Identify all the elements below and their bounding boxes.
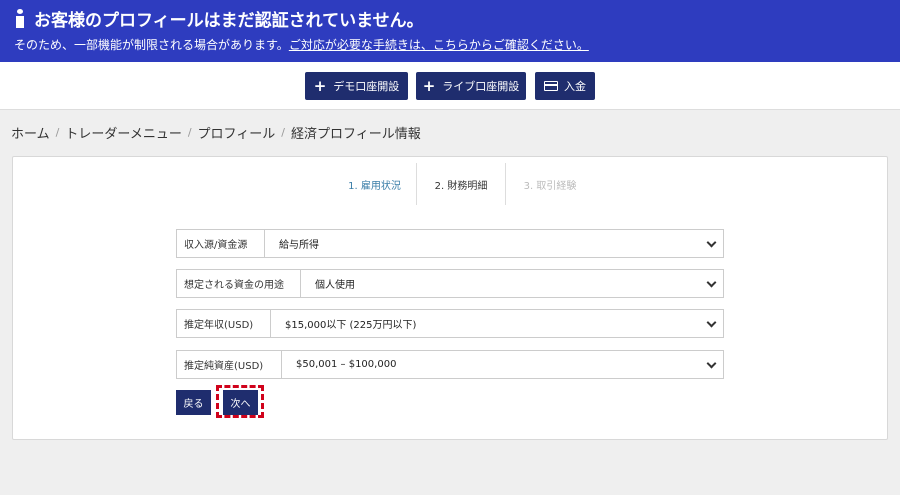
deposit-button[interactable]: 入金 [535,72,595,100]
income-source-value: 給与所得 [279,240,319,251]
chevron-down-icon [706,277,717,288]
income-source-select[interactable]: 給与所得 [265,230,723,257]
net-worth-label: 推定純資産(USD) [177,351,282,378]
next-button[interactable]: 次へ [223,390,258,415]
live-account-button[interactable]: + ライブ口座開設 [416,72,526,100]
breadcrumb-separator: / [281,126,286,139]
plus-icon: + [313,76,327,95]
breadcrumb-separator: / [187,126,192,139]
net-worth-row: 推定純資産(USD) $50,001 – $100,000 [176,350,724,379]
annual-income-label: 推定年収(USD) [177,310,271,337]
demo-account-button[interactable]: + デモ口座開設 [305,72,408,100]
banner-title: お客様のプロフィールはまだ認証されていません。 [34,10,424,31]
net-worth-value: $50,001 – $100,000 [296,359,397,370]
fund-purpose-label: 想定される資金の用途 [177,270,301,297]
next-button-highlight: 次へ [216,385,264,418]
account-actions-bar: + デモ口座開設 + ライブ口座開設 入金 [0,62,900,110]
verification-banner: お客様のプロフィールはまだ認証されていません。 そのため、一部機能が制限される場… [0,0,900,62]
info-icon [14,8,26,28]
banner-title-row: お客様のプロフィールはまだ認証されていません。 [14,6,424,31]
step-employment[interactable]: 1. 雇用状況 [333,163,417,205]
fund-purpose-select[interactable]: 個人使用 [301,270,723,297]
back-button[interactable]: 戻る [176,390,211,415]
step-indicator: 1. 雇用状況 2. 財務明細 3. 取引経験 [333,163,594,205]
step-trading-experience: 3. 取引経験 [523,180,577,192]
fund-purpose-row: 想定される資金の用途 個人使用 [176,269,724,298]
banner-message: そのため、一部機能が制限される場合があります。 [14,38,289,52]
annual-income-select[interactable]: $15,000以下 (225万円以下) [271,310,723,337]
chevron-down-icon [706,317,717,328]
annual-income-value: $15,000以下 (225万円以下) [285,320,417,331]
breadcrumb-current: 経済プロフィール情報 [291,127,421,142]
live-account-label: ライブ口座開設 [442,80,520,93]
breadcrumb: ホーム / トレーダーメニュー / プロフィール / 経済プロフィール情報 [11,123,421,142]
breadcrumb-profile[interactable]: プロフィール [198,123,276,142]
breadcrumb-home[interactable]: ホーム [11,123,50,142]
breadcrumb-trader-menu[interactable]: トレーダーメニュー [65,123,181,142]
chevron-down-icon [706,237,717,248]
deposit-label: 入金 [564,80,586,93]
fund-purpose-value: 個人使用 [315,280,355,291]
banner-message-row: そのため、一部機能が制限される場合があります。ご対応が必要な手続きは、こちらから… [14,36,589,53]
step-financial-details: 2. 財務明細 [417,163,506,205]
net-worth-select[interactable]: $50,001 – $100,000 [282,351,723,378]
income-source-label: 収入源/資金源 [177,230,265,257]
income-source-row: 収入源/資金源 給与所得 [176,229,724,258]
plus-icon: + [422,76,436,95]
chevron-down-icon [706,358,717,369]
financial-profile-panel: 1. 雇用状況 2. 財務明細 3. 取引経験 収入源/資金源 給与所得 想定さ… [12,156,888,440]
verification-link[interactable]: ご対応が必要な手続きは、こちらからご確認ください。 [289,38,589,52]
annual-income-row: 推定年収(USD) $15,000以下 (225万円以下) [176,309,724,338]
credit-card-icon [544,81,558,91]
breadcrumb-separator: / [55,126,60,139]
demo-account-label: デモ口座開設 [333,80,400,93]
